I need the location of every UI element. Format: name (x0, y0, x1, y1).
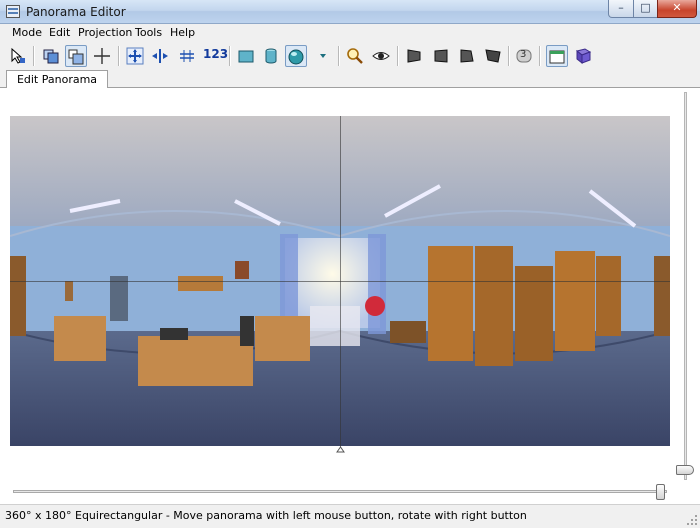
title-bar[interactable]: Panorama Editor – □ ✕ (0, 0, 700, 24)
yaw-slider-track[interactable] (13, 490, 667, 493)
toolbar-separator (539, 46, 541, 66)
rectilinear-projection-icon[interactable] (235, 45, 257, 67)
select-pointer-icon[interactable] (7, 45, 29, 67)
fit-window-icon[interactable] (546, 45, 568, 67)
menu-help[interactable]: Help (170, 26, 195, 39)
resize-grip-icon[interactable] (686, 514, 698, 526)
menu-edit[interactable]: Edit (49, 26, 70, 39)
numeric-transform-icon[interactable]: 123 (203, 47, 228, 61)
tab-edit-panorama[interactable]: Edit Panorama (6, 70, 108, 89)
equirectangular-projection-icon[interactable] (285, 45, 307, 67)
number-three-label: 3 (520, 49, 527, 60)
help-book-icon[interactable] (572, 45, 594, 67)
toolbar-separator (338, 46, 340, 66)
pitch-slider-thumb[interactable] (676, 465, 694, 475)
toolbar-separator (397, 46, 399, 66)
toolbar-separator (508, 46, 510, 66)
toolbar-separator (33, 46, 35, 66)
layers-icon[interactable] (40, 45, 62, 67)
perspective-center-icon[interactable] (430, 45, 452, 67)
perspective-full-icon[interactable] (482, 45, 504, 67)
tab-bar: Edit Panorama (0, 70, 700, 89)
yaw-slider-thumb[interactable] (656, 484, 665, 500)
cylindrical-projection-icon[interactable] (260, 45, 282, 67)
close-button[interactable]: ✕ (657, 0, 697, 18)
zoom-icon[interactable] (344, 45, 366, 67)
toolbar-separator (118, 46, 120, 66)
perspective-right-icon[interactable] (456, 45, 478, 67)
toolbar-separator (229, 46, 231, 66)
crosshair-icon[interactable] (91, 45, 113, 67)
pitch-slider-track[interactable] (684, 92, 687, 480)
perspective-left-icon[interactable] (403, 45, 425, 67)
menu-bar: Mode Edit Projection Tools Help (0, 24, 700, 42)
status-bar: 360° x 180° Equirectangular - Move panor… (0, 504, 700, 528)
horizon-horizontal-guide (10, 281, 670, 282)
center-marker-icon[interactable] (336, 446, 345, 453)
status-text: 360° x 180° Equirectangular - Move panor… (5, 509, 527, 522)
menu-mode[interactable]: Mode (12, 26, 42, 39)
preview-eye-icon[interactable] (370, 45, 392, 67)
menu-projection[interactable]: Projection (78, 26, 132, 39)
number-three-icon[interactable]: 3 (513, 45, 535, 67)
window-title: Panorama Editor (26, 5, 126, 19)
horizon-vertical-guide (340, 116, 341, 448)
move-vertical-icon[interactable] (176, 45, 198, 67)
move-horizontal-icon[interactable] (149, 45, 171, 67)
panorama-canvas[interactable] (0, 88, 694, 480)
dropdown-arrow-icon[interactable] (312, 45, 334, 67)
overlay-icon[interactable] (65, 45, 87, 67)
app-icon (6, 5, 20, 18)
toolbar: 123 3 (0, 42, 700, 70)
move-all-icon[interactable] (124, 45, 146, 67)
menu-tools[interactable]: Tools (135, 26, 162, 39)
minimize-button[interactable]: – (608, 0, 634, 18)
maximize-button[interactable]: □ (633, 0, 658, 18)
